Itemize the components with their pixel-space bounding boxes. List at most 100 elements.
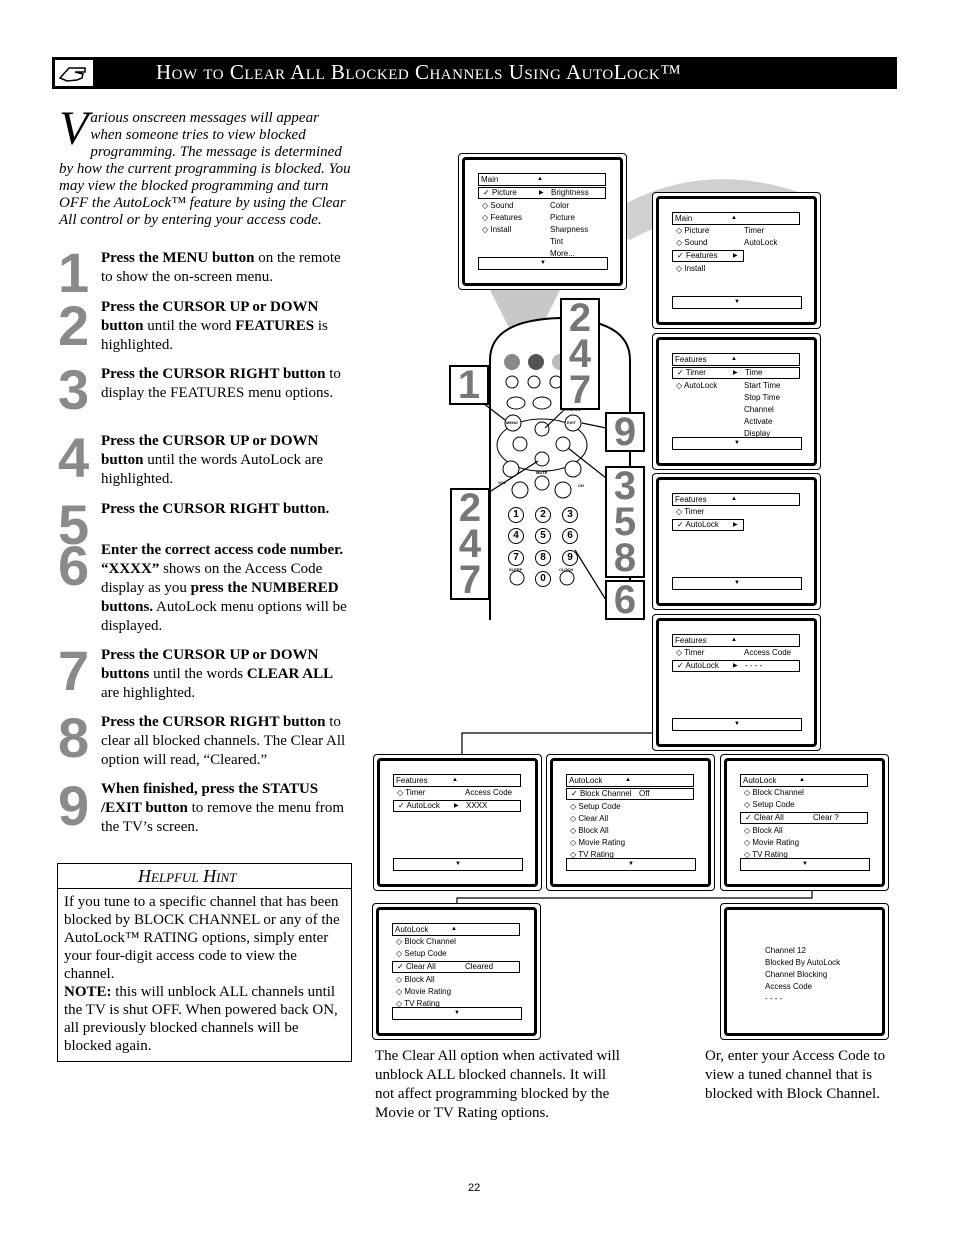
menu-item-value: Timer <box>744 226 765 235</box>
menu-item-label: ◇ Timer <box>397 788 426 797</box>
menu-footer: ▼ <box>672 577 802 590</box>
menu-item-label: ◇ Setup Code <box>396 949 447 958</box>
menu-item[interactable]: ◇ Sound AutoLock <box>672 237 800 249</box>
digit-button-5[interactable]: 5 <box>535 528 551 544</box>
digit-button-6[interactable]: 6 <box>562 528 578 544</box>
menu-item[interactable]: ✓ Timer ▶ Time <box>672 367 800 379</box>
menu-item[interactable]: ✓ Picture ▶ Brightness <box>478 187 606 199</box>
menu-item[interactable]: Stop Time <box>672 392 800 404</box>
menu-item-text: AutoLock <box>406 801 440 810</box>
menu-item[interactable]: ✓ AutoLock ▶ <box>672 519 744 531</box>
menu-item-label: ✓ Features <box>677 251 718 260</box>
menu-item[interactable]: ◇ Timer Access Code <box>393 787 521 799</box>
menu-header: Main ▲ <box>478 173 606 186</box>
menu-item-label: ✓ Picture <box>483 188 517 197</box>
menu-item[interactable]: ✓ AutoLock ▶ XXXX <box>393 800 521 812</box>
menu-item-text: Clear All <box>753 813 784 822</box>
menu-item-label: ◇ Setup Code <box>744 800 795 809</box>
menu-item[interactable]: ◇ Setup Code <box>566 801 694 813</box>
menu-item[interactable]: ◇ Setup Code <box>740 799 868 811</box>
onscreen-menu: Main ▲ ✓ Picture ▶ Brightness ◇ Sound Color ◇ F… <box>478 173 606 260</box>
tv-screen: Features ▲ ✓ Timer ▶ Time ◇ AutoLock Start Tim… <box>652 333 821 470</box>
menu-header: Features ▲ <box>672 634 800 647</box>
menu-item[interactable]: ◇ AutoLock Start Time <box>672 380 800 392</box>
menu-item-label: ◇ Movie Rating <box>570 838 626 847</box>
menu-item-text: Timer <box>685 368 706 377</box>
menu-item-label: ✓ AutoLock <box>677 661 719 670</box>
digit-button-4[interactable]: 4 <box>508 528 524 544</box>
menu-item[interactable]: Activate <box>672 416 800 428</box>
cursor-down-button <box>534 451 550 467</box>
menu-item[interactable]: ◇ Movie Rating <box>392 986 520 998</box>
menu-item[interactable]: ✓ Clear All Cleared <box>392 961 520 973</box>
digit-button-2[interactable]: 2 <box>535 507 551 523</box>
menu-item-text: Block All <box>404 975 435 984</box>
menu-item-text: AutoLock <box>683 381 718 390</box>
menu-item[interactable]: ◇ Timer Access Code <box>672 647 800 659</box>
menu-item[interactable]: ◇ Block All <box>740 825 868 837</box>
menu-item[interactable]: ◇ Movie Rating <box>566 837 694 849</box>
menu-footer: ▼ <box>393 858 523 871</box>
menu-item[interactable]: ✓ Features ▶ <box>672 250 744 262</box>
menu-item[interactable]: ✓ AutoLock ▶ - - - - <box>672 660 800 672</box>
menu-item[interactable]: ◇ Block Channel <box>740 787 868 799</box>
menu-item[interactable]: ◇ Install <box>672 263 800 275</box>
remote-label-ch: CH <box>578 483 584 488</box>
callout-number: 2 4 7 <box>560 298 600 410</box>
menu-item-label: ◇ Picture <box>676 226 710 235</box>
caption-access-code: Or, enter your Access Code to view a tun… <box>705 1048 886 1102</box>
right-arrow-icon: ▶ <box>733 253 738 259</box>
digit-button-0[interactable]: 0 <box>535 571 551 587</box>
digit-button-7[interactable]: 7 <box>508 550 524 566</box>
menu-item-text: Block All <box>752 826 783 835</box>
message-line: Access Code <box>765 982 813 991</box>
callout-number: 3 5 8 <box>605 466 645 578</box>
menu-item[interactable]: ◇ Sound Color <box>478 200 606 212</box>
menu-item[interactable]: ◇ Block All <box>566 825 694 837</box>
menu-item[interactable]: ◇ Features Picture <box>478 212 606 224</box>
menu-header: Features ▲ <box>672 493 800 506</box>
message-line: - - - - <box>765 994 783 1003</box>
menu-item-label: ◇ Movie Rating <box>744 838 800 847</box>
digit-button-3[interactable]: 3 <box>562 507 578 523</box>
menu-item[interactable]: ◇ Clear All <box>566 813 694 825</box>
menu-title: AutoLock <box>569 776 603 785</box>
menu-item-text: Setup Code <box>752 800 795 809</box>
menu-item-label: ◇ Timer <box>676 507 705 516</box>
remote-label-exit: EXIT <box>567 420 576 425</box>
menu-item[interactable]: ◇ Block All <box>392 974 520 986</box>
digit-button-8[interactable]: 8 <box>535 550 551 566</box>
menu-item-label: ◇ Sound <box>482 201 514 210</box>
menu-item-label: ✓ Clear All <box>745 813 784 822</box>
menu-item-label: ◇ Install <box>482 225 512 234</box>
up-arrow-icon: ▲ <box>452 777 458 783</box>
menu-item[interactable]: ◇ Setup Code <box>392 948 520 960</box>
menu-item[interactable]: ◇ Timer <box>672 506 800 518</box>
onscreen-menu: Features ▲ ✓ Timer ▶ Time ◇ AutoLock Start Tim… <box>672 353 800 440</box>
menu-item-value: Sharpness <box>550 225 589 234</box>
menu-item-label: ✓ Timer <box>677 368 706 377</box>
menu-item[interactable]: ✓ Block Channel Off <box>566 788 694 800</box>
menu-header: Main ▲ <box>672 212 800 225</box>
menu-item[interactable]: ✓ Clear All Clear ? <box>740 812 868 824</box>
menu-item-label: ◇ Movie Rating <box>396 987 452 996</box>
onscreen-menu: Features ▲ ◇ Timer Access Code ✓ AutoLock ▶ - … <box>672 634 800 673</box>
digit-button-9[interactable]: 9 <box>562 550 578 566</box>
menu-item-label: ◇ Setup Code <box>570 802 621 811</box>
menu-item[interactable]: Channel <box>672 404 800 416</box>
menu-item-text: Picture <box>491 188 517 197</box>
menu-item[interactable]: ◇ Picture Timer <box>672 225 800 237</box>
menu-item[interactable]: ◇ Movie Rating <box>740 837 868 849</box>
menu-item[interactable]: ◇ Block Channel <box>392 936 520 948</box>
right-arrow-icon: ▶ <box>733 370 738 376</box>
menu-item-text: Movie Rating <box>752 838 800 847</box>
menu-item[interactable]: ◇ Install Sharpness <box>478 224 606 236</box>
digit-button-1[interactable]: 1 <box>508 507 524 523</box>
menu-item-label: ◇ Block All <box>744 826 783 835</box>
menu-item-value: Access Code <box>465 788 513 797</box>
up-arrow-icon: ▲ <box>451 926 457 932</box>
menu-item[interactable]: Tint <box>478 236 606 248</box>
tv-screen: Main ▲ ✓ Picture ▶ Brightness ◇ Sound Color ◇ F… <box>458 153 627 290</box>
menu-item-value: Off <box>639 789 650 798</box>
up-arrow-icon: ▲ <box>799 777 805 783</box>
